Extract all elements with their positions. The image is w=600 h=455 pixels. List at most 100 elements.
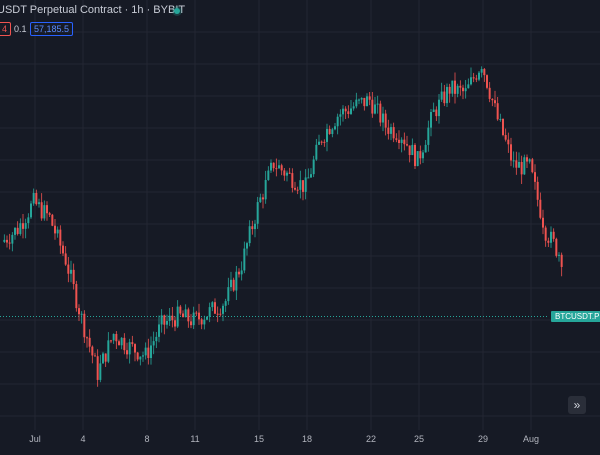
candle-body xyxy=(491,98,494,101)
candle-body xyxy=(558,254,560,256)
candle-body xyxy=(379,103,382,123)
candle-body xyxy=(139,356,142,360)
candle xyxy=(72,263,75,290)
candle xyxy=(78,304,80,321)
candle-body xyxy=(544,227,547,241)
candle-body xyxy=(214,302,216,314)
candle xyxy=(323,139,326,147)
candle-body xyxy=(168,315,171,322)
candle xyxy=(291,168,294,193)
candle xyxy=(118,339,120,346)
scroll-to-realtime-icon[interactable]: » xyxy=(568,396,586,414)
candle-body xyxy=(107,340,110,362)
candle xyxy=(390,123,392,141)
candle-body xyxy=(358,99,360,101)
candle-body xyxy=(56,229,59,234)
market-status-icon xyxy=(174,8,180,14)
candle xyxy=(392,122,395,143)
candle xyxy=(424,140,427,153)
candle xyxy=(75,280,78,312)
candle xyxy=(99,354,102,383)
candle-body xyxy=(419,151,422,159)
candle xyxy=(451,80,454,97)
x-tick-label: 25 xyxy=(414,434,424,444)
candle-body xyxy=(515,160,518,168)
candle xyxy=(534,164,536,190)
candle xyxy=(110,339,112,344)
candle xyxy=(358,98,360,105)
candle xyxy=(312,155,315,178)
candle xyxy=(59,225,62,254)
candle xyxy=(360,97,363,104)
candle xyxy=(467,78,470,89)
candlestick-chart[interactable]: Jul 4 8 11 15 18 22 25 29 Aug xyxy=(0,0,600,450)
candle-body xyxy=(163,315,166,325)
candle xyxy=(352,102,355,111)
candle-body xyxy=(328,128,331,135)
candle-body xyxy=(112,333,115,341)
candle-body xyxy=(190,321,192,326)
candle xyxy=(192,306,195,330)
candle-body xyxy=(520,161,523,175)
candle-body xyxy=(344,108,347,112)
candle xyxy=(382,106,384,132)
candle xyxy=(448,83,451,103)
candle xyxy=(296,186,299,195)
candle-body xyxy=(147,347,150,358)
candle xyxy=(328,125,331,135)
candles xyxy=(3,66,563,387)
candle-body xyxy=(91,346,94,356)
candle-body xyxy=(278,165,280,169)
chart-container[interactable]: Jul 4 8 11 15 18 22 25 29 Aug xyxy=(0,0,600,450)
candle xyxy=(336,113,339,135)
candle-body xyxy=(475,78,478,80)
candle xyxy=(147,338,150,365)
sell-price-badge[interactable]: 4 xyxy=(0,22,12,36)
candle-body xyxy=(248,226,251,244)
candle-body xyxy=(232,279,235,291)
candle-body xyxy=(478,72,480,80)
candle xyxy=(438,93,440,124)
candle-body xyxy=(286,172,288,176)
candle xyxy=(376,95,379,114)
symbol-title[interactable]: USDT Perpetual Contract · 1h · BYBIT xyxy=(0,4,185,16)
candle-body xyxy=(539,199,542,218)
candle-body xyxy=(454,80,456,94)
candle xyxy=(267,166,270,181)
candle xyxy=(288,167,291,174)
candle xyxy=(251,220,254,235)
candle-body xyxy=(174,320,176,327)
candle-body xyxy=(222,305,224,314)
candle xyxy=(496,96,499,121)
candle-body xyxy=(118,341,120,346)
candle-body xyxy=(502,118,504,136)
candle-body xyxy=(459,85,462,88)
candle xyxy=(190,314,192,329)
candle-body xyxy=(387,127,390,134)
candle-body xyxy=(486,75,488,88)
candle xyxy=(120,337,123,350)
candle xyxy=(494,90,496,108)
candle xyxy=(523,154,526,175)
candle xyxy=(302,180,304,201)
symbol-price-tag: BTCUSDT.P xyxy=(551,311,600,322)
candle xyxy=(264,170,267,204)
candle-body xyxy=(488,87,491,99)
candle xyxy=(339,109,342,126)
buy-price-badge[interactable]: 57,185.5 xyxy=(30,22,74,36)
candle xyxy=(478,71,480,82)
candle xyxy=(182,310,184,318)
candle xyxy=(32,188,35,206)
x-tick-label: Jul xyxy=(29,434,41,444)
candle-body xyxy=(352,106,355,109)
candle-body xyxy=(392,127,395,139)
candle-body xyxy=(467,84,470,89)
candle-body xyxy=(299,180,302,190)
candle-body xyxy=(110,340,112,342)
candle-body xyxy=(438,99,440,117)
candle-body xyxy=(507,139,510,145)
candle-body xyxy=(307,177,310,179)
candle xyxy=(355,92,358,109)
candle xyxy=(16,221,19,236)
candle xyxy=(200,317,203,330)
